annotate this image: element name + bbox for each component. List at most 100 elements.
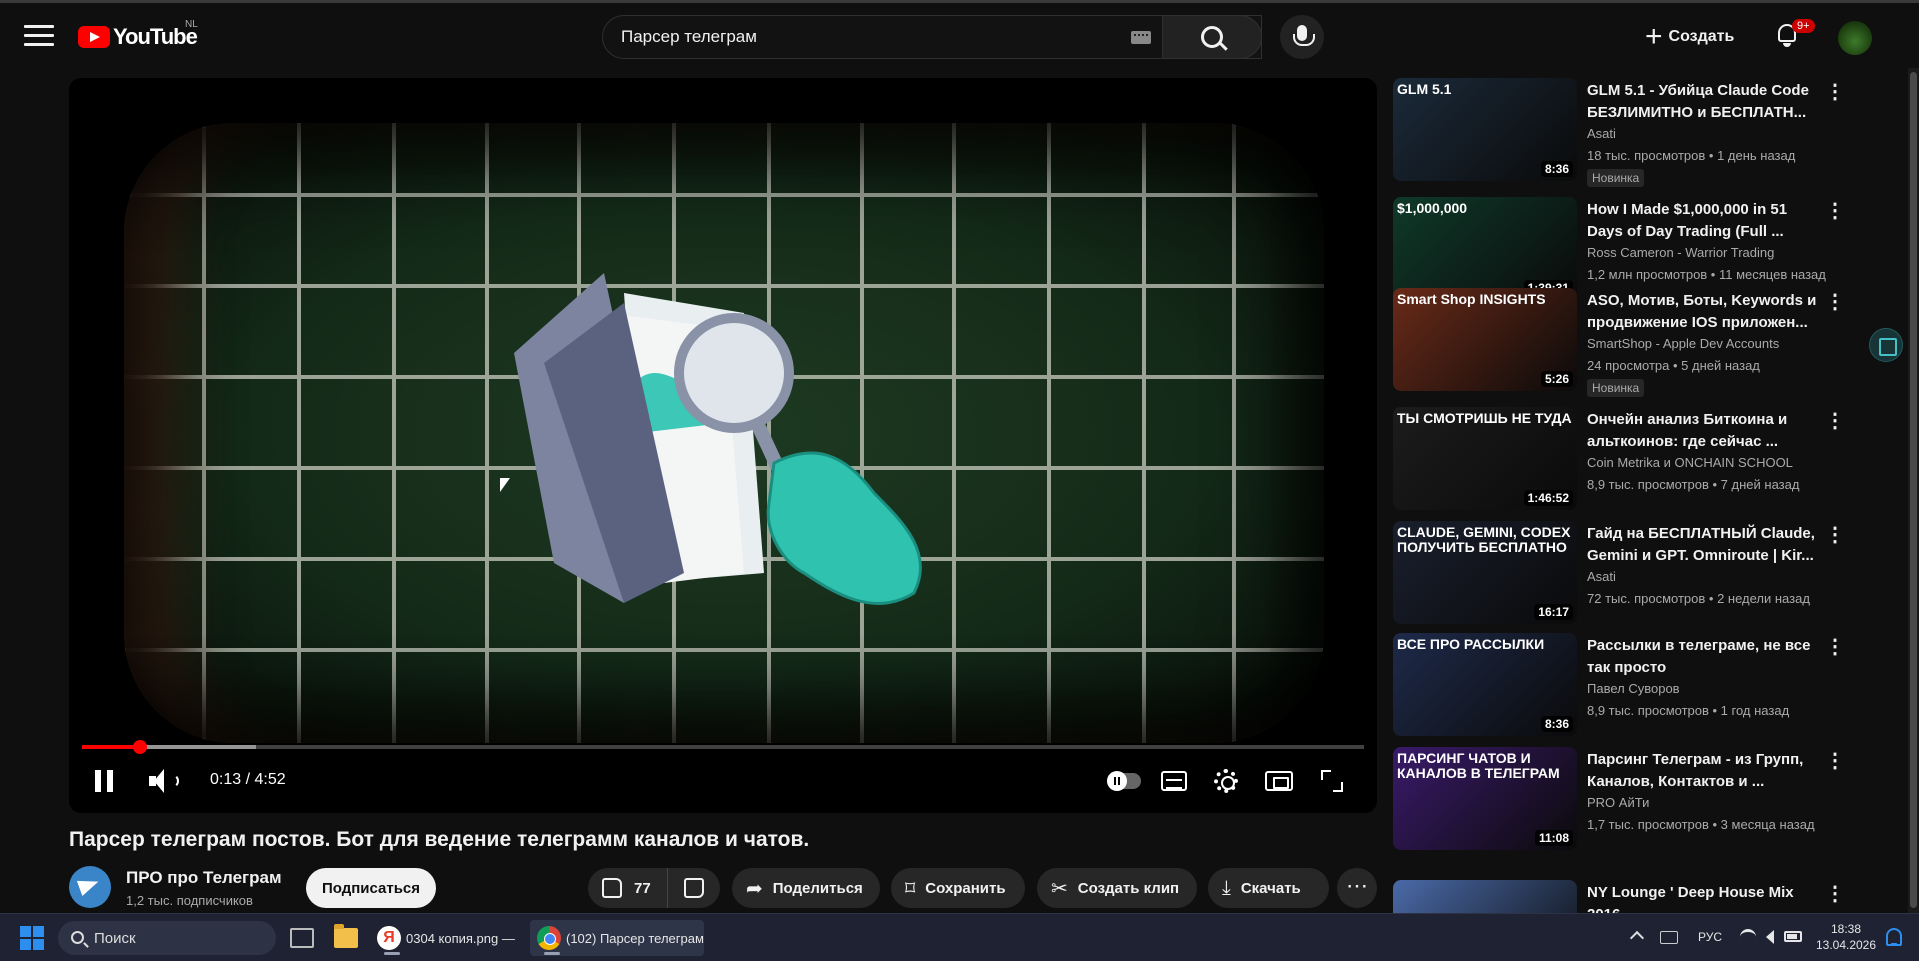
related-video-channel[interactable]: Павел Суворов	[1587, 681, 1680, 696]
battery-icon[interactable]	[1784, 931, 1802, 942]
related-video-title[interactable]: Гайд на БЕСПЛАТНЫЙ Claude, Gemini и GPT.…	[1587, 523, 1817, 567]
fullscreen-icon[interactable]	[1321, 770, 1343, 792]
create-clip-button[interactable]: ✂ Создать клип	[1037, 868, 1197, 908]
video-thumbnail[interactable]: ВСЕ ПРО РАССЫЛКИ 8:36	[1393, 633, 1577, 736]
language-indicator[interactable]: РУС	[1698, 930, 1722, 944]
new-badge: Новинка	[1587, 379, 1645, 397]
related-video-meta: 1,2 млн просмотров • 11 месяцев назад	[1587, 267, 1826, 282]
related-video-title[interactable]: Парсинг Телеграм - из Групп, Каналов, Ко…	[1587, 749, 1817, 793]
more-actions-button[interactable]: ⋯	[1337, 868, 1377, 908]
duration-badge: 8:36	[1540, 161, 1573, 177]
gear-icon[interactable]	[1214, 769, 1238, 793]
clip-label: Создать клип	[1077, 879, 1180, 897]
taskbar-app-yandex[interactable]: Я 0304 копия.png —	[370, 920, 522, 956]
youtube-logo[interactable]: YouTube	[78, 23, 198, 51]
related-video-title[interactable]: ASO, Мотив, Боты, Keywords и продвижение…	[1587, 290, 1817, 334]
video-thumbnail[interactable]: ТЫ СМОТРИШЬ НЕ ТУДА 1:46:52	[1393, 407, 1577, 510]
played-bar	[82, 745, 140, 749]
related-video-item[interactable]: ВСЕ ПРО РАССЫЛКИ 8:36 Рассылки в телеграме…	[1393, 633, 1855, 737]
video-thumbnail[interactable]	[1393, 880, 1577, 913]
more-vert-icon[interactable]: ⋮	[1825, 201, 1845, 223]
notification-bell-icon[interactable]	[1886, 928, 1902, 946]
more-vert-icon[interactable]: ⋮	[1825, 884, 1845, 906]
more-vert-icon[interactable]: ⋮	[1825, 637, 1845, 659]
search-button[interactable]	[1162, 15, 1262, 59]
subscribe-button[interactable]: Подписаться	[306, 868, 436, 908]
video-thumbnail[interactable]: ПАРСИНГ ЧАТОВ И КАНАЛОВ В ТЕЛЕГРАМ 11:08	[1393, 747, 1577, 850]
related-video-channel[interactable]: Ross Cameron - Warrior Trading	[1587, 245, 1774, 260]
related-video-item[interactable]: $1,000,0001:39:31How I Made $1,000,000 i…	[1393, 197, 1855, 301]
voice-search-button[interactable]	[1280, 15, 1324, 59]
chevron-up-icon[interactable]	[1629, 930, 1645, 946]
related-video-item[interactable]: GLM 5.1 8:36 GLM 5.1 - Убийца Claude Code …	[1393, 78, 1855, 187]
related-video-meta: 8,9 тыс. просмотров • 7 дней назад	[1587, 477, 1800, 492]
subtitles-icon[interactable]	[1161, 771, 1187, 791]
related-video-title[interactable]: Рассылки в телеграме, не все так просто	[1587, 635, 1817, 679]
related-video-channel[interactable]: PRO АйТи	[1587, 795, 1649, 810]
related-video-title[interactable]: NY Lounge ' Deep House Mix 2016	[1587, 882, 1817, 913]
related-video-channel[interactable]: SmartShop - Apple Dev Accounts	[1587, 336, 1779, 351]
video-thumbnail[interactable]: CLAUDE, GEMINI, CODEX ПОЛУЧИТЬ БЕСПЛАТНО…	[1393, 521, 1577, 624]
progress-bar[interactable]	[82, 740, 1364, 754]
video-thumbnail[interactable]: GLM 5.1 8:36	[1393, 78, 1577, 181]
speaker-icon[interactable]	[1760, 930, 1774, 944]
share-button[interactable]: ➦ Поделиться	[732, 868, 880, 908]
dislike-button[interactable]	[668, 868, 720, 908]
keyboard-icon[interactable]	[1660, 931, 1678, 944]
thumbnail-text: $1,000,000	[1397, 200, 1468, 216]
related-video-title[interactable]: Ончейн анализ Биткоина и альткоинов: где…	[1587, 409, 1817, 453]
search-icon	[71, 931, 84, 944]
more-vert-icon[interactable]: ⋮	[1825, 751, 1845, 773]
thumbnail-text: ВСЕ ПРО РАССЫЛКИ	[1397, 636, 1545, 652]
related-video-item[interactable]: ТЫ СМОТРИШЬ НЕ ТУДА 1:46:52 Ончейн анализ …	[1393, 407, 1855, 511]
taskbar-app-chrome[interactable]: (102) Парсер телеграм	[530, 920, 704, 956]
related-video-item[interactable]: CLAUDE, GEMINI, CODEX ПОЛУЧИТЬ БЕСПЛАТНО…	[1393, 521, 1855, 625]
file-explorer-icon[interactable]	[334, 924, 358, 948]
related-video-item[interactable]: Smart Shop INSIGHTS 5:26 ASO, Мотив, Боты,…	[1393, 288, 1855, 397]
autoplay-toggle[interactable]	[1107, 771, 1141, 791]
keyboard-icon[interactable]	[1131, 31, 1151, 44]
clock[interactable]: 18:38 13.04.2026	[1814, 921, 1878, 953]
avatar[interactable]	[1838, 21, 1872, 55]
menu-icon[interactable]	[24, 25, 54, 49]
windows-start-icon[interactable]	[20, 926, 44, 950]
wifi-icon[interactable]	[1740, 929, 1756, 945]
extension-widget-icon[interactable]	[1869, 328, 1903, 362]
more-vert-icon[interactable]: ⋮	[1825, 292, 1845, 314]
video-frame	[124, 123, 1324, 743]
notifications-button[interactable]: 9+	[1774, 19, 1815, 51]
related-video-meta: 24 просмотра • 5 дней назад	[1587, 358, 1760, 373]
running-indicator	[384, 952, 400, 955]
more-vert-icon[interactable]: ⋮	[1825, 525, 1845, 547]
more-vert-icon[interactable]: ⋮	[1825, 82, 1845, 104]
pause-icon[interactable]	[95, 770, 115, 792]
video-thumbnail[interactable]: $1,000,0001:39:31	[1393, 197, 1577, 300]
like-dislike-group: 77	[588, 868, 720, 908]
related-video-channel[interactable]: Coin Metrika и ONCHAIN SCHOOL	[1587, 455, 1793, 470]
save-button[interactable]: ⌑ Сохранить	[891, 868, 1025, 908]
search-input[interactable]	[621, 16, 1101, 58]
more-vert-icon[interactable]: ⋮	[1825, 411, 1845, 433]
create-button[interactable]: + Создать	[1645, 17, 1734, 57]
share-icon: ➦	[746, 877, 763, 900]
thumb-up-icon	[602, 878, 622, 898]
download-button[interactable]: ⤓ Скачать	[1208, 868, 1329, 908]
taskbar-search[interactable]: Поиск	[58, 921, 276, 955]
thumbnail-text: Smart Shop INSIGHTS	[1397, 291, 1546, 307]
channel-avatar[interactable]	[69, 866, 111, 908]
progress-scrubber[interactable]	[132, 740, 147, 754]
theater-mode-icon[interactable]	[1265, 771, 1293, 791]
related-video-title[interactable]: How I Made $1,000,000 in 51 Days of Day …	[1587, 199, 1817, 243]
related-video-item[interactable]: NY Lounge ' Deep House Mix 2016 ⋮	[1393, 880, 1855, 913]
page-scrollbar[interactable]	[1908, 68, 1919, 913]
related-video-channel[interactable]: Asati	[1587, 126, 1616, 141]
channel-name[interactable]: ПРО про Телеграм	[126, 868, 282, 888]
related-video-title[interactable]: GLM 5.1 - Убийца Claude Code БЕЗЛИМИТНО …	[1587, 80, 1817, 124]
scrollbar-thumb[interactable]	[1910, 72, 1917, 908]
like-button[interactable]: 77	[588, 868, 668, 908]
related-video-channel[interactable]: Asati	[1587, 569, 1616, 584]
video-player[interactable]: 0:13 / 4:52	[69, 78, 1377, 813]
video-thumbnail[interactable]: Smart Shop INSIGHTS 5:26	[1393, 288, 1577, 391]
related-video-item[interactable]: ПАРСИНГ ЧАТОВ И КАНАЛОВ В ТЕЛЕГРАМ 11:08 П…	[1393, 747, 1855, 851]
task-view-icon[interactable]	[290, 928, 314, 948]
